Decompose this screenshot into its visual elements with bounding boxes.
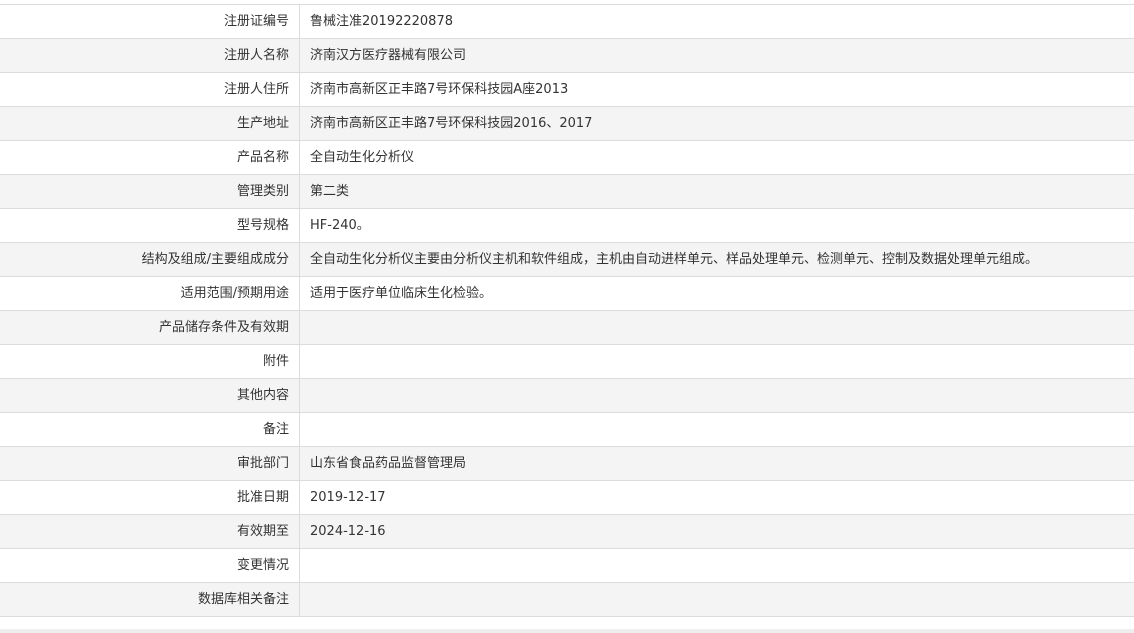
row-value: 适用于医疗单位临床生化检验。 [310,286,493,301]
row-label: 产品名称 [0,141,300,174]
row-approval-department: 审批部门 山东省食品药品监督管理局 [0,447,1134,481]
row-label: 批准日期 [0,481,300,514]
row-value: 山东省食品药品监督管理局 [310,456,467,471]
row-label: 注册人名称 [0,39,300,72]
row-valid-until: 有效期至 2024-12-16 [0,515,1134,549]
row-registrant-name: 注册人名称 济南汉方医疗器械有限公司 [0,39,1134,73]
row-value: 2024-12-16 [310,524,386,539]
row-label: 适用范围/预期用途 [0,277,300,310]
row-value: 济南汉方医疗器械有限公司 [310,48,467,63]
row-other-content: 其他内容 [0,379,1134,413]
row-label: 注册证编号 [0,5,300,38]
row-label: 型号规格 [0,209,300,242]
row-label: 备注 [0,413,300,446]
row-value [300,311,1134,344]
row-value: 第二类 [310,184,350,199]
row-production-address: 生产地址 济南市高新区正丰路7号环保科技园2016、2017 [0,107,1134,141]
row-storage-validity: 产品储存条件及有效期 [0,311,1134,345]
row-value: 2019-12-17 [310,490,386,505]
row-label: 数据库相关备注 [0,583,300,616]
row-value [300,413,1134,446]
row-registration-number: 注册证编号 鲁械注准20192220878 [0,5,1134,39]
registration-detail-table: 注册证编号 鲁械注准20192220878 注册人名称 济南汉方医疗器械有限公司… [0,4,1134,617]
row-label: 有效期至 [0,515,300,548]
row-intended-use: 适用范围/预期用途 适用于医疗单位临床生化检验。 [0,277,1134,311]
row-model-spec: 型号规格 HF-240。 [0,209,1134,243]
row-label: 结构及组成/主要组成成分 [0,243,300,276]
row-registrant-address: 注册人住所 济南市高新区正丰路7号环保科技园A座2013 [0,73,1134,107]
row-attachments: 附件 [0,345,1134,379]
page-bottom-divider [0,629,1134,633]
row-value: 济南市高新区正丰路7号环保科技园A座2013 [310,82,569,97]
row-value: 济南市高新区正丰路7号环保科技园2016、2017 [310,116,593,131]
row-label: 注册人住所 [0,73,300,106]
row-label: 其他内容 [0,379,300,412]
row-value: 全自动生化分析仪主要由分析仪主机和软件组成，主机由自动进样单元、样品处理单元、检… [310,252,1039,267]
row-value [300,583,1134,616]
row-value: 鲁械注准20192220878 [310,14,453,29]
row-database-notes: 数据库相关备注 [0,583,1134,617]
row-value [300,345,1134,378]
row-structure-composition: 结构及组成/主要组成成分 全自动生化分析仪主要由分析仪主机和软件组成，主机由自动… [0,243,1134,277]
row-label: 产品储存条件及有效期 [0,311,300,344]
row-label: 生产地址 [0,107,300,140]
row-label: 管理类别 [0,175,300,208]
row-remarks: 备注 [0,413,1134,447]
row-value [300,549,1134,582]
row-label: 变更情况 [0,549,300,582]
row-value [300,379,1134,412]
row-approval-date: 批准日期 2019-12-17 [0,481,1134,515]
row-value: 全自动生化分析仪 [310,150,415,165]
row-label: 审批部门 [0,447,300,480]
row-value: HF-240。 [310,218,370,233]
row-change-history: 变更情况 [0,549,1134,583]
row-label: 附件 [0,345,300,378]
row-product-name: 产品名称 全自动生化分析仪 [0,141,1134,175]
row-management-class: 管理类别 第二类 [0,175,1134,209]
